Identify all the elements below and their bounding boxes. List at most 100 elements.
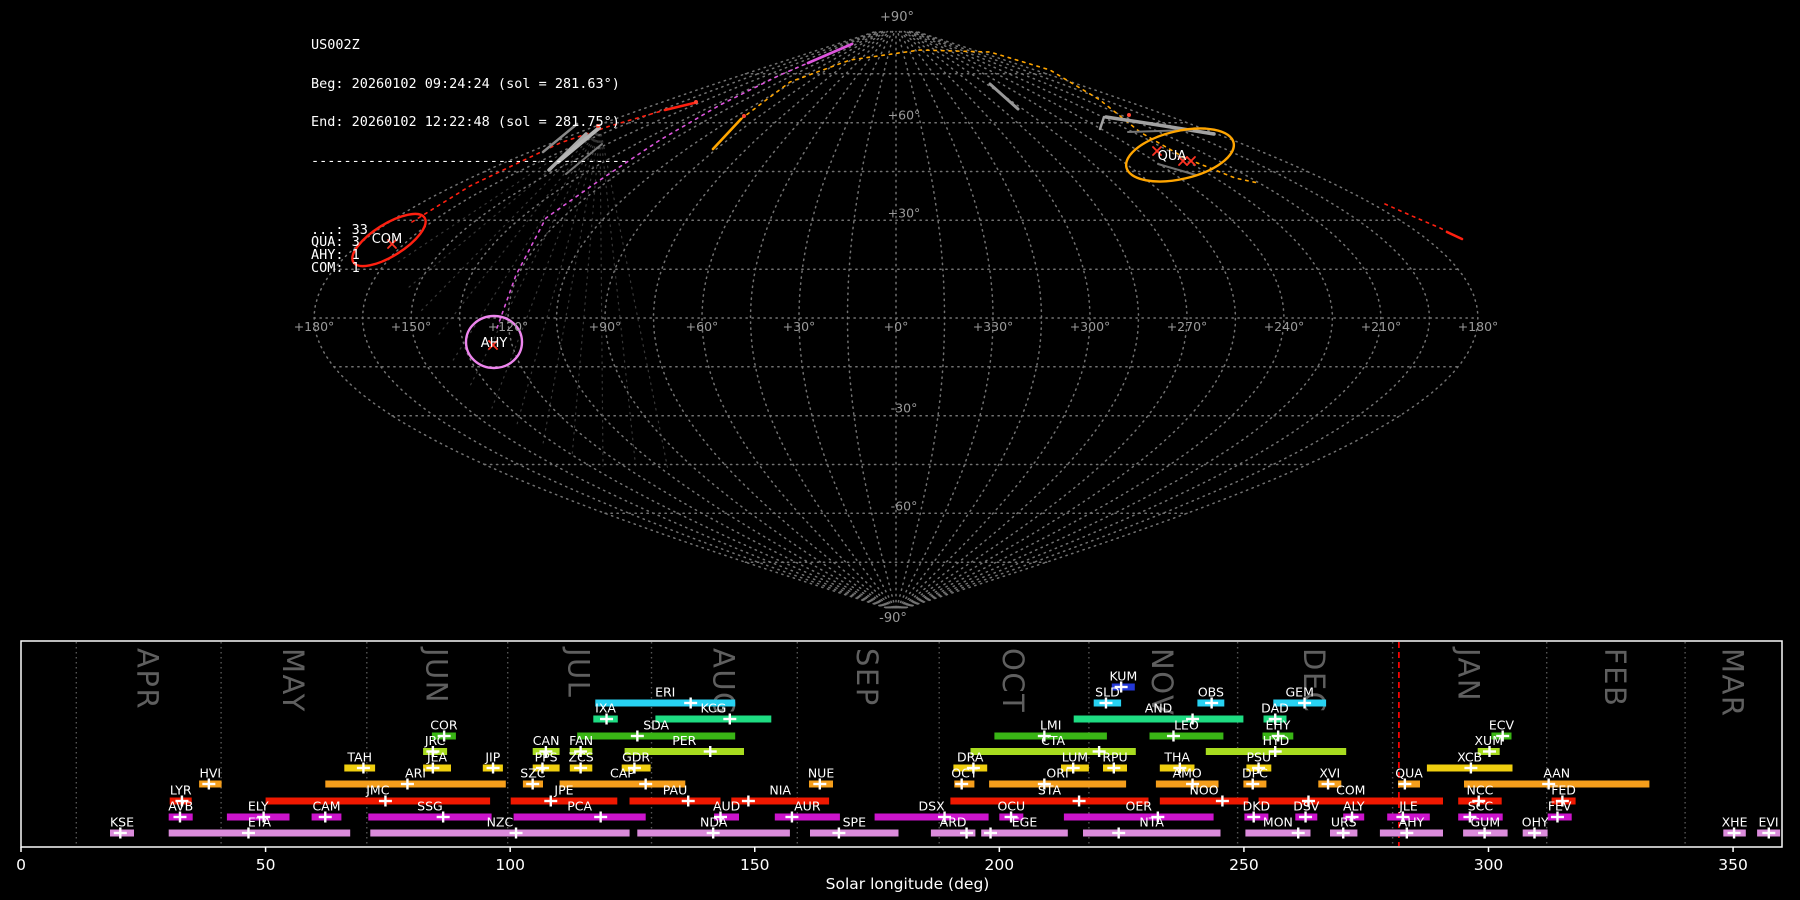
shower-code-label-ERI: ERI [655, 685, 675, 700]
north-pole-label: +90° [880, 10, 914, 25]
longitude-label: +300° [1070, 319, 1111, 334]
shower-code-label-ETA: ETA [248, 815, 272, 830]
meteor-streak [1157, 163, 1197, 176]
longitude-label: +30° [783, 319, 816, 334]
month-label-apr: APR [131, 648, 165, 710]
shower-code-label-JIP: JIP [484, 750, 500, 765]
axis-tick-label: 150 [740, 856, 770, 874]
axis-tick-label: 0 [16, 856, 26, 874]
shower-code-label-JPE: JPE [553, 783, 573, 798]
shower-code-label-PCA: PCA [567, 799, 592, 814]
longitude-label: +0° [884, 319, 909, 334]
meridian-line [749, 30, 895, 609]
count-line-COM: COM: 1 [311, 260, 360, 277]
shower-code-label-QUA: QUA [1395, 766, 1423, 781]
shower-code-label-ARD: ARD [940, 815, 967, 830]
qua-drift-trace-streak [711, 117, 743, 151]
header-separator: --------------------------------------- [311, 152, 628, 169]
shower-code-label-JRC: JRC [424, 733, 446, 748]
shower-code-label-URS: URS [1331, 815, 1357, 830]
x-axis-title: Solar longitude (deg) [826, 875, 990, 893]
red-drift-trace-east-streak [1445, 230, 1464, 241]
peak-cross-ERI [684, 697, 698, 709]
shower-code-label-NZC: NZC [487, 815, 514, 830]
shower-activity-SLD: SLD [1093, 685, 1122, 709]
observation-end: End: 20260102 12:22:48 (sol = 281.75°) [311, 114, 620, 131]
shower-code-label-CAN: CAN [533, 733, 560, 748]
com-drift-trace-streak [663, 101, 696, 112]
meridian-line [900, 30, 1188, 609]
shower-activity-EVI: EVI [1757, 815, 1781, 839]
shower-code-label-OCT: OCT [951, 766, 978, 781]
shower-activity-XHE: XHE [1722, 815, 1748, 839]
shower-code-label-GEM: GEM [1285, 685, 1313, 700]
shower-code-label-GDR: GDR [622, 750, 650, 765]
activity-bar-DSX [874, 813, 989, 821]
observation-header: US002Z Beg: 20260102 09:24:24 (sol = 281… [311, 13, 628, 301]
shower-code-label-EVI: EVI [1758, 815, 1778, 830]
shower-code-label-DPC: DPC [1242, 766, 1268, 781]
shower-code-label-IXA: IXA [595, 701, 616, 716]
shower-code-label-OCU: OCU [997, 799, 1025, 814]
shower-activity-NDA: NDA [637, 815, 790, 839]
meteor-streak [988, 82, 1020, 111]
shower-code-label-DAD: DAD [1261, 701, 1289, 716]
month-label-jun: JUN [419, 646, 453, 704]
shower-code-label-NUE: NUE [808, 766, 834, 781]
longitude-label: +150° [391, 319, 432, 334]
shower-code-label-ALY: ALY [1343, 799, 1365, 814]
shower-code-label-LYR: LYR [170, 783, 192, 798]
shower-code-label-EHY: EHY [1265, 718, 1290, 733]
shower-code-label-JMC: JMC [365, 783, 389, 798]
axis-tick-label: 250 [1229, 856, 1259, 874]
shower-ellipse-label-QUA: QUA [1158, 149, 1187, 164]
shower-code-label-SPE: SPE [843, 815, 866, 830]
shower-activity-URS: URS [1330, 815, 1358, 839]
shower-code-label-DSX: DSX [919, 799, 946, 814]
shower-code-label-FED: FED [1551, 783, 1576, 798]
shower-code-label-PPS: PPS [535, 750, 558, 765]
shower-code-label-AAN: AAN [1543, 766, 1570, 781]
shower-code-label-CAP: CAP [610, 766, 635, 781]
shower-code-label-CTA: CTA [1041, 733, 1065, 748]
shower-activity-KSE: KSE [110, 815, 134, 839]
shower-code-label-COR: COR [430, 718, 458, 733]
shower-code-label-DRA: DRA [957, 750, 984, 765]
shower-activity-NUE: NUE [808, 766, 834, 790]
shower-code-label-ELY: ELY [248, 799, 269, 814]
longitude-label: +90° [589, 319, 622, 334]
longitude-label: +270° [1167, 319, 1208, 334]
shower-activity-JEA: JEA [423, 750, 451, 774]
radiant-map-screenshot: QUA COM AHY +90° -90° +180° +150° +120° +90° +60°… [0, 0, 1800, 900]
shower-code-label-DSV: DSV [1293, 799, 1320, 814]
shower-code-label-SSG: SSG [417, 799, 443, 814]
shower-code-label-DKD: DKD [1243, 799, 1270, 814]
longitude-label: +240° [1264, 319, 1305, 334]
activity-bar-ARI [325, 780, 506, 788]
shower-code-label-TAH: TAH [346, 750, 372, 765]
sky-map-and-activity-plot: QUA COM AHY +90° -90° +180° +150° +120° +90° +60°… [16, 10, 1783, 893]
shower-code-label-NOO: NOO [1190, 783, 1219, 798]
shower-code-label-LMI: LMI [1040, 718, 1061, 733]
latitude-label: +30° [888, 205, 921, 220]
activity-bar-SDA [577, 732, 736, 740]
activity-timeline: APR MAY JUN JUL AUG SEP OCT NOV DEC JAN FEB MARKUME… [16, 640, 1783, 893]
shower-code-label-KUM: KUM [1109, 669, 1137, 684]
month-label-oct: OCT [996, 648, 1030, 713]
activity-bar-KCG [655, 715, 772, 723]
axis-tick-label: 300 [1474, 856, 1504, 874]
longitude-label: +210° [1361, 319, 1402, 334]
shower-code-label-XCB: XCB [1457, 750, 1482, 765]
peak-cross-STA [1072, 795, 1086, 807]
shower-code-label-PSU: PSU [1247, 750, 1272, 765]
activity-bar-STA [950, 797, 1149, 805]
shower-code-label-RPU: RPU [1102, 750, 1127, 765]
shower-code-label-SDA: SDA [643, 718, 669, 733]
longitude-label: +330° [973, 319, 1014, 334]
shower-code-label-ORI: ORI [1046, 766, 1068, 781]
shower-code-label-OHY: OHY [1522, 815, 1549, 830]
activity-bar-JMC [265, 797, 491, 805]
shower-code-label-OBS: OBS [1198, 685, 1224, 700]
peak-cross-PCA [594, 811, 608, 823]
month-label-may: MAY [276, 648, 310, 713]
